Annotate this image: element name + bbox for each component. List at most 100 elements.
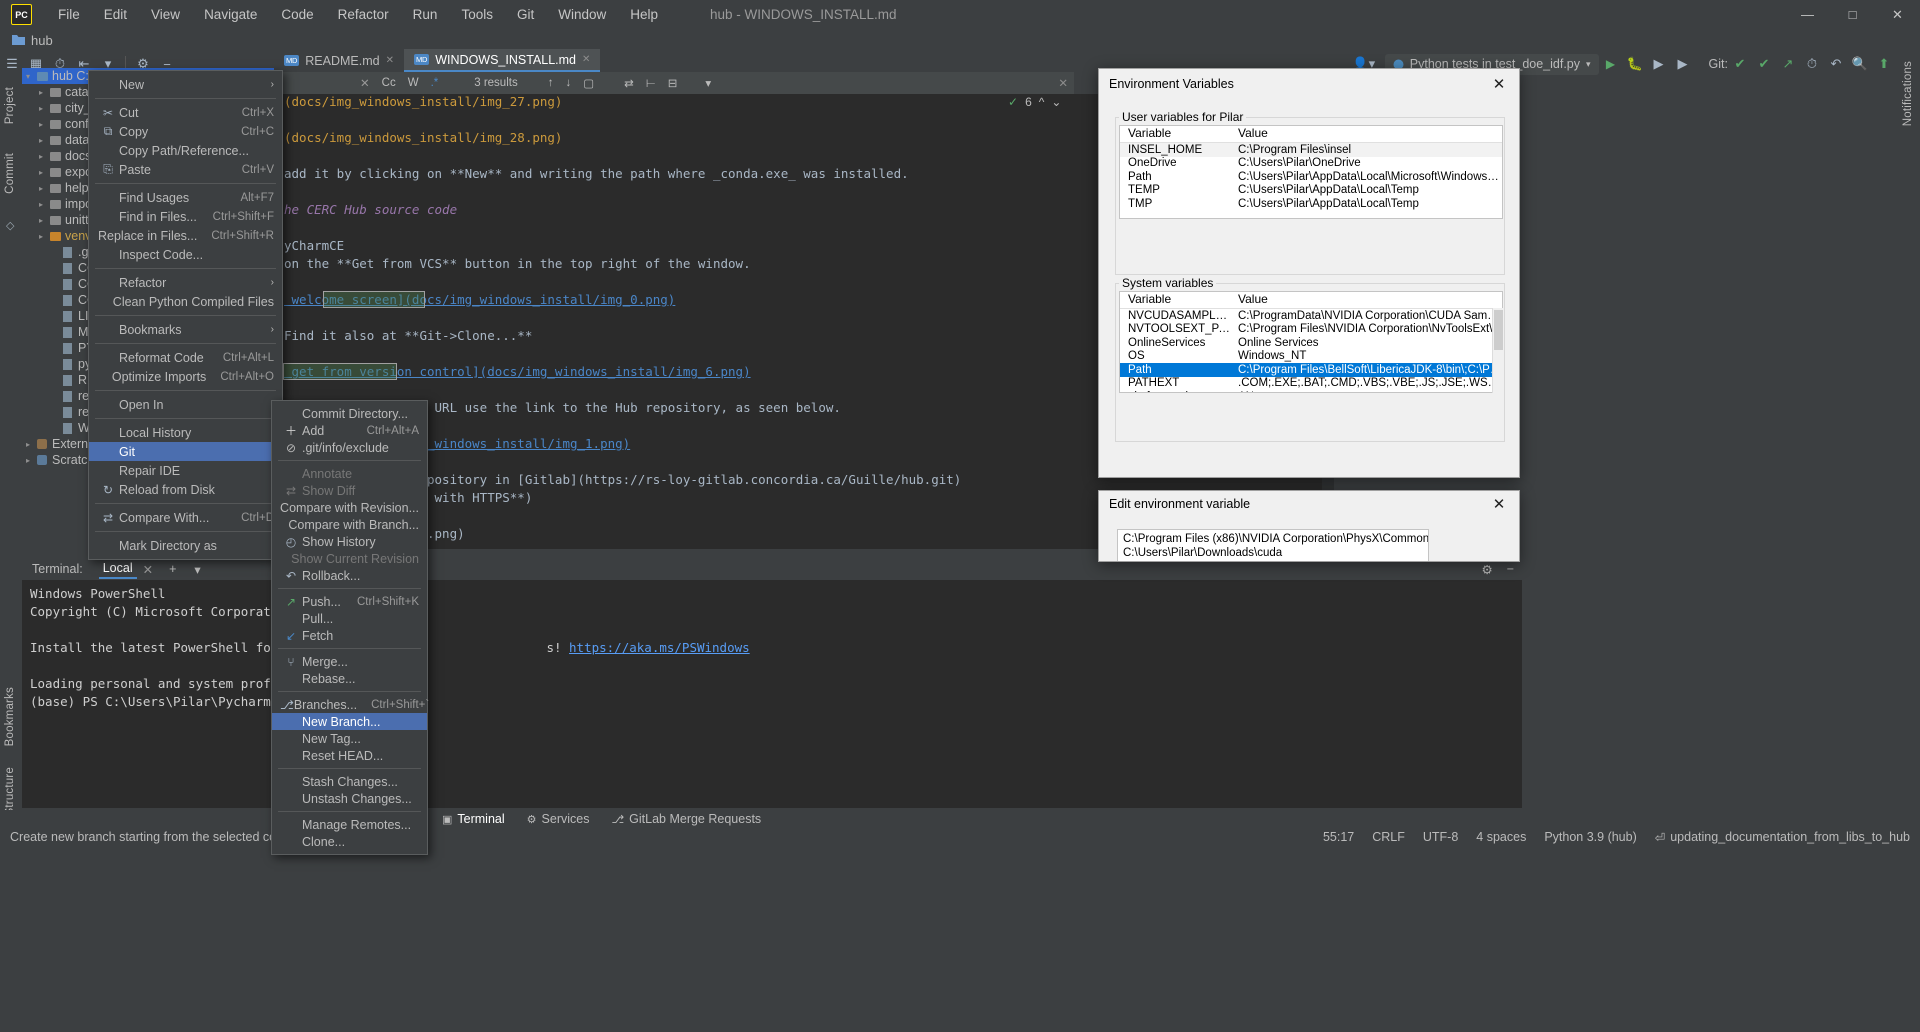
table-row[interactable]: Path C:\Program Files\BellSoft\LibericaJD… — [1120, 363, 1502, 377]
chevron-icon[interactable]: ▸ — [39, 200, 50, 209]
git-push-icon[interactable]: ↗ — [1776, 53, 1800, 75]
menu-item-clone[interactable]: Clone... — [272, 833, 427, 850]
menu-item-new-branch[interactable]: New Branch... — [272, 713, 427, 730]
run-button[interactable]: ▶ — [1599, 53, 1623, 75]
menu-item-find-usages[interactable]: Find Usages Alt+F7 — [89, 188, 282, 207]
next-problem-icon[interactable]: ⌄ — [1051, 95, 1061, 109]
close-icon[interactable]: ✕ — [1479, 69, 1519, 99]
chevron-icon[interactable]: ▸ — [26, 440, 37, 449]
menu-file[interactable]: File — [46, 4, 92, 25]
add-line-icon[interactable]: ⊢ — [646, 76, 656, 90]
close-icon[interactable]: ✕ — [1479, 491, 1519, 517]
python-interpreter[interactable]: Python 3.9 (hub) — [1544, 830, 1636, 844]
hamburger-icon[interactable]: ☰ — [0, 53, 24, 75]
git-branch-widget[interactable]: ⏎ updating_documentation_from_libs_to_hu… — [1655, 830, 1910, 845]
menu-help[interactable]: Help — [618, 4, 670, 25]
menu-item-compare-with[interactable]: ⇄ Compare With... Ctrl+D — [89, 508, 282, 527]
menu-item-rollback[interactable]: ↶ Rollback... — [272, 567, 427, 584]
menu-item--git-info-exclude[interactable]: ⊘ .git/info/exclude — [272, 439, 427, 456]
menu-item-new[interactable]: New › — [89, 75, 282, 94]
chevron-icon[interactable]: ▸ — [39, 120, 50, 129]
menu-item-find-in-files[interactable]: Find in Files... Ctrl+Shift+F — [89, 207, 282, 226]
menu-item-bookmarks[interactable]: Bookmarks › — [89, 320, 282, 339]
menu-view[interactable]: View — [139, 4, 192, 25]
menu-item-cut[interactable]: ✂ Cut Ctrl+X — [89, 103, 282, 122]
tool-button-commit[interactable]: Commit — [4, 153, 16, 194]
match-case-toggle[interactable]: Cc — [382, 77, 396, 89]
chevron-icon[interactable]: ▸ — [39, 216, 50, 225]
chevron-icon[interactable]: ▸ — [39, 104, 50, 113]
close-find-icon[interactable]: ✕ — [360, 76, 370, 90]
git-history-icon[interactable]: ⏱ — [1800, 53, 1824, 75]
system-table-scrollbar[interactable] — [1492, 308, 1503, 393]
find-all-icon[interactable]: ▢ — [583, 76, 594, 90]
terminal-options-icon[interactable]: ▾ — [194, 562, 200, 577]
git-update-icon[interactable]: ✔ — [1728, 53, 1752, 75]
git-commit-icon[interactable]: ✔ — [1752, 53, 1776, 75]
table-row[interactable]: NVTOOLSEXT_PATH C:\Program Files\NVIDIA C… — [1120, 323, 1502, 337]
chevron-icon[interactable]: ▸ — [39, 168, 50, 177]
menu-item-optimize-imports[interactable]: Optimize Imports Ctrl+Alt+O — [89, 367, 282, 386]
git-submenu[interactable]: Commit Directory... ＋ Add Ctrl+Alt+A ⊘ .git/i… — [271, 400, 429, 855]
inspection-widget[interactable]: ✓ 6 ^ ⌄ — [1008, 95, 1061, 109]
menu-navigate[interactable]: Navigate — [192, 4, 269, 25]
close-button[interactable]: ✕ — [1875, 0, 1920, 29]
menu-item-clean-python-compiled-files[interactable]: Clean Python Compiled Files — [89, 292, 282, 311]
table-row[interactable]: OneDrive C:\Users\Pilar\OneDrive — [1120, 157, 1502, 171]
profile-button[interactable]: ▶ — [1671, 53, 1695, 75]
updates-icon[interactable]: ⬆ — [1872, 53, 1896, 75]
terminal-output[interactable]: Windows PowerShell Copyright (C) Microsof… — [22, 580, 1522, 808]
menu-item-paste[interactable]: ⎘ Paste Ctrl+V — [89, 160, 282, 179]
menu-git[interactable]: Git — [505, 4, 546, 25]
new-terminal-icon[interactable]: + — [169, 562, 176, 576]
close-tab-icon[interactable]: ✕ — [386, 55, 394, 66]
menu-item-reformat-code[interactable]: Reformat Code Ctrl+Alt+L — [89, 348, 282, 367]
close-editor-icon[interactable]: ✕ — [1058, 76, 1068, 90]
user-variables-table[interactable]: Variable Value INSEL_HOME C:\Program File… — [1119, 125, 1503, 219]
menu-item-copy-path-reference[interactable]: Copy Path/Reference... — [89, 141, 282, 160]
system-variables-table[interactable]: Variable Value NVCUDASAMPLES11_1_ROOT C:\… — [1119, 291, 1503, 393]
terminal-hide-icon[interactable]: − — [1507, 562, 1514, 576]
menu-item-new-tag[interactable]: New Tag... — [272, 730, 427, 747]
table-row[interactable]: INSEL_HOME C:\Program Files\insel — [1120, 143, 1502, 157]
bottom-tab-terminal[interactable]: ▣ Terminal — [442, 812, 505, 826]
table-row[interactable]: Path C:\Users\Pilar\AppData\Local\Microso… — [1120, 170, 1502, 184]
menu-item-merge[interactable]: ⑂ Merge... — [272, 653, 427, 670]
indent-setting[interactable]: 4 spaces — [1476, 830, 1526, 844]
filter-icon[interactable]: ▾ — [705, 76, 711, 90]
table-row[interactable]: OnlineServices Online Services — [1120, 336, 1502, 350]
find-prev-icon[interactable]: ↑ — [548, 77, 554, 89]
context-menu[interactable]: New › ✂ Cut Ctrl+X ⧉ Copy Ctrl+C Copy Path/Refer… — [88, 70, 283, 560]
structure-diamond-icon[interactable]: ◇ — [6, 219, 14, 232]
tool-button-bookmarks[interactable]: Bookmarks — [4, 687, 16, 746]
menu-edit[interactable]: Edit — [92, 4, 139, 25]
menu-refactor[interactable]: Refactor — [326, 4, 401, 25]
close-tab-icon[interactable]: ✕ — [582, 54, 590, 65]
table-row[interactable]: OS Windows_NT — [1120, 350, 1502, 364]
menu-item-open-in[interactable]: Open In› — [89, 395, 282, 414]
bottom-tab-services[interactable]: ⚙ Services — [527, 812, 590, 826]
menu-item-compare-with-revision[interactable]: Compare with Revision... — [272, 499, 427, 516]
close-terminal-tab-icon[interactable]: ✕ — [143, 562, 153, 577]
coverage-button[interactable]: ▶ — [1647, 53, 1671, 75]
path-entries-list[interactable]: C:\Program Files (x86)\NVIDIA Corporatio… — [1117, 529, 1429, 561]
menu-item-commit-directory[interactable]: Commit Directory... — [272, 405, 427, 422]
regex-toggle[interactable]: .* — [431, 77, 439, 89]
menu-item-local-history[interactable]: Local History› — [89, 423, 282, 442]
chevron-icon[interactable]: ▾ — [26, 72, 37, 81]
menu-item-copy[interactable]: ⧉ Copy Ctrl+C — [89, 122, 282, 141]
menu-item-replace-in-files[interactable]: Replace in Files... Ctrl+Shift+R — [89, 226, 282, 245]
chevron-icon[interactable]: ▸ — [39, 232, 50, 241]
menu-item-rebase[interactable]: Rebase... — [272, 670, 427, 687]
tool-button-project[interactable]: Project — [4, 87, 16, 124]
terminal-tab-local[interactable]: Local — [98, 559, 137, 579]
menu-item-refactor[interactable]: Refactor › — [89, 273, 282, 292]
editor-tab[interactable]: MD README.md ✕ — [274, 49, 404, 72]
select-all-occurrences-icon[interactable]: ⇄ — [624, 76, 634, 90]
menu-code[interactable]: Code — [269, 4, 325, 25]
table-row[interactable]: TEMP C:\Users\Pilar\AppData\Local\Temp — [1120, 184, 1502, 198]
find-next-icon[interactable]: ↓ — [565, 77, 571, 89]
menu-item-compare-with-branch[interactable]: Compare with Branch... — [272, 516, 427, 533]
tool-button-notifications[interactable]: Notifications — [1902, 61, 1914, 126]
table-row[interactable]: PATHEXT .COM;.EXE;.BAT;.CMD;.VBS;.VBE;.JS… — [1120, 377, 1502, 391]
